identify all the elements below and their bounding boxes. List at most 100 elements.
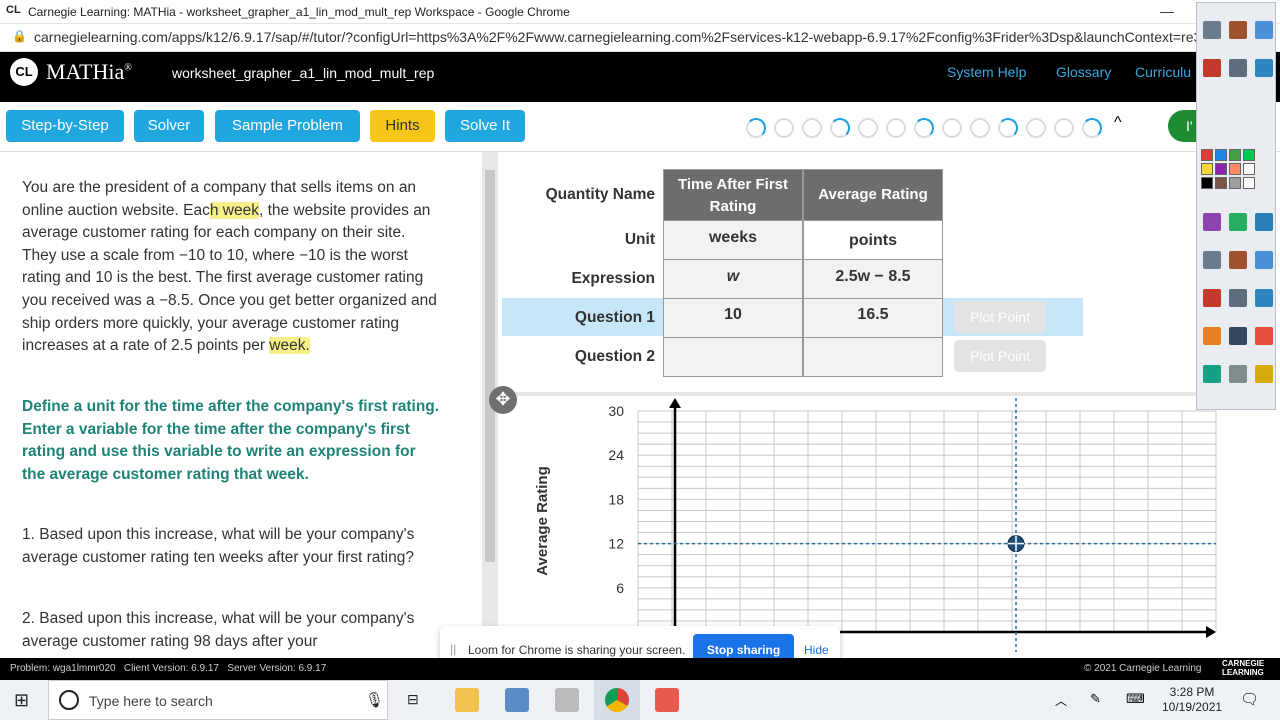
plot-point-button-1[interactable]: Plot Point <box>954 301 1046 333</box>
drawing-tool-icon[interactable] <box>1229 21 1247 39</box>
question-1-cell-1[interactable]: 10 <box>663 298 803 338</box>
drawing-tool-icon[interactable] <box>1229 59 1247 77</box>
x-axis-arrow-icon <box>1206 626 1216 638</box>
copyright: © 2021 Carnegie Learning <box>1084 663 1202 674</box>
color-swatch[interactable] <box>1229 177 1241 189</box>
carnegie-learning-logo: CARNEGIE LEARNING <box>1222 659 1264 677</box>
sample-problem-button[interactable]: Sample Problem <box>215 110 360 142</box>
curriculum-link[interactable]: Curriculu <box>1135 64 1191 80</box>
color-swatch[interactable] <box>1229 163 1241 175</box>
system-clock[interactable]: 3:28 PM 10/19/2021 <box>1162 685 1222 715</box>
color-swatch[interactable] <box>1243 163 1255 175</box>
drag-grip-icon[interactable]: || <box>450 642 456 656</box>
column-2-header[interactable]: Average Rating <box>803 169 943 221</box>
row-label-question-1: Question 1 <box>574 309 655 326</box>
y-tick-label: 6 <box>616 580 624 596</box>
y-tick-label: 24 <box>608 447 624 463</box>
drawing-tool-icon[interactable] <box>1229 251 1247 269</box>
drawing-tool-icon[interactable] <box>1203 365 1221 383</box>
url-text[interactable]: carnegielearning.com/apps/k12/6.9.17/sap… <box>34 29 1233 45</box>
drawing-tool-icon[interactable] <box>1203 213 1221 231</box>
drawing-tool-icon[interactable] <box>1229 327 1247 345</box>
drawing-tool-icon[interactable] <box>1255 213 1273 231</box>
file-explorer-icon[interactable] <box>455 688 479 712</box>
drawing-tool-icon[interactable] <box>1255 59 1273 77</box>
color-swatch[interactable] <box>1229 149 1241 161</box>
drawing-tool-icon[interactable] <box>1255 327 1273 345</box>
step-by-step-button[interactable]: Step-by-Step <box>6 110 124 142</box>
search-placeholder[interactable]: Type here to search <box>89 693 213 709</box>
logo-line-1: CARNEGIE <box>1222 659 1265 668</box>
expression-cell-1[interactable]: w <box>663 259 803 299</box>
unit-cell-1[interactable]: weeks <box>663 220 803 260</box>
glossary-link[interactable]: Glossary <box>1056 64 1111 80</box>
problem-scrollbar-thumb[interactable] <box>485 170 495 562</box>
plot-point-button-2[interactable]: Plot Point <box>954 340 1046 372</box>
grapher[interactable]: Average Rating 0612182430 <box>500 398 1220 658</box>
question-1-text: 1. Based upon this increase, what will b… <box>22 526 415 566</box>
drawing-tool-icon[interactable] <box>1203 21 1221 39</box>
graph-canvas[interactable]: Average Rating 0612182430 <box>500 398 1220 658</box>
question-1-cell-2[interactable]: 16.5 <box>803 298 943 338</box>
solve-it-button[interactable]: Solve It <box>445 110 525 142</box>
drawing-tool-icon[interactable] <box>1229 365 1247 383</box>
drawing-tool-icon[interactable] <box>1255 21 1273 39</box>
drawing-tool-icon[interactable] <box>1203 59 1221 77</box>
workspace-name: worksheet_grapher_a1_lin_mod_mult_rep <box>172 65 435 81</box>
address-bar[interactable]: 🔒 carnegielearning.com/apps/k12/6.9.17/s… <box>0 24 1280 52</box>
pane-divider[interactable] <box>502 392 1217 396</box>
statement-part-2: , the website provides an average custom… <box>22 201 437 355</box>
keyboard-icon[interactable]: ⌨ <box>1126 691 1145 707</box>
carnegie-logo-icon: CL <box>10 58 38 86</box>
pen-icon[interactable]: ✎ <box>1090 691 1101 707</box>
logo-line-2: LEARNING <box>1222 668 1264 677</box>
progress-circle <box>802 118 822 138</box>
color-swatch[interactable] <box>1243 149 1255 161</box>
collapse-chevron-icon[interactable]: ^ <box>1114 114 1122 132</box>
progress-circle <box>746 118 766 138</box>
chrome-icon[interactable] <box>605 688 629 712</box>
snip-tool-icon[interactable] <box>655 688 679 712</box>
task-view-icon[interactable]: ⊟ <box>407 691 419 708</box>
hide-button[interactable]: Hide <box>804 643 829 657</box>
progress-circle <box>942 118 962 138</box>
drawing-tool-icon[interactable] <box>1203 251 1221 269</box>
question-2-text: 2. Based upon this increase, what will b… <box>22 610 415 650</box>
windows-start-icon[interactable]: ⊞ <box>14 690 29 711</box>
annotation-toolbar <box>1196 2 1276 410</box>
plotted-points[interactable] <box>1007 535 1025 553</box>
version-info: Problem: wga1lmmr020 Client Version: 6.9… <box>10 663 327 674</box>
app-tool-icon[interactable] <box>555 688 579 712</box>
column-1-header[interactable]: Time After First Rating <box>663 169 803 221</box>
drawing-tool-icon[interactable] <box>1203 289 1221 307</box>
microphone-icon[interactable]: 🎙 <box>365 691 384 709</box>
color-swatch[interactable] <box>1215 163 1227 175</box>
question-2-cell-1[interactable] <box>663 337 803 377</box>
drawing-tool-icon[interactable] <box>1255 251 1273 269</box>
app-icon: CL <box>6 4 21 16</box>
drawing-tool-icon[interactable] <box>1229 213 1247 231</box>
color-swatch[interactable] <box>1201 149 1213 161</box>
solver-button[interactable]: Solver <box>134 110 204 142</box>
drawing-tool-icon[interactable] <box>1255 289 1273 307</box>
drawing-tool-icon[interactable] <box>1255 365 1273 383</box>
taskbar-search[interactable]: Type here to search 🎙 <box>48 680 388 720</box>
expression-cell-2[interactable]: 2.5w − 8.5 <box>803 259 943 299</box>
color-swatch[interactable] <box>1215 177 1227 189</box>
unit-cell-2[interactable]: points <box>803 220 943 260</box>
row-label-expression: Expression <box>571 270 655 287</box>
color-swatch[interactable] <box>1243 177 1255 189</box>
question-2-cell-2[interactable] <box>803 337 943 377</box>
hints-button[interactable]: Hints <box>370 110 435 142</box>
drawing-tool-icon[interactable] <box>1229 289 1247 307</box>
notification-icon[interactable]: 🗨 <box>1240 690 1259 708</box>
color-swatch[interactable] <box>1201 163 1213 175</box>
color-swatch[interactable] <box>1215 149 1227 161</box>
registered-mark: ® <box>124 62 132 74</box>
system-help-link[interactable]: System Help <box>947 64 1026 80</box>
tray-chevron-icon[interactable]: ︿ <box>1055 692 1067 709</box>
drawing-tool-icon[interactable] <box>1203 327 1221 345</box>
app-window-icon[interactable] <box>505 688 529 712</box>
minimize-icon[interactable]: — <box>1160 3 1174 19</box>
color-swatch[interactable] <box>1201 177 1213 189</box>
